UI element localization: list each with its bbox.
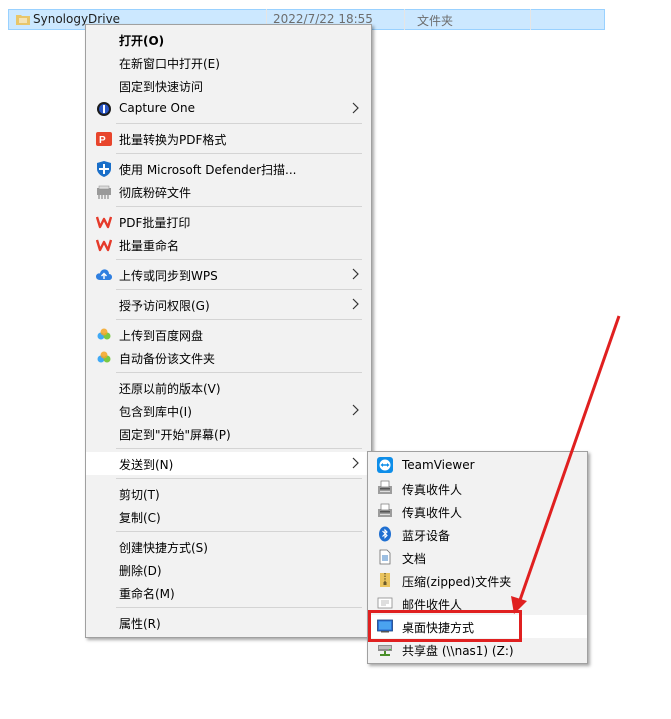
menu-item-upload-baidu[interactable]: 上传到百度网盘 [86, 323, 371, 346]
column-divider [530, 9, 531, 30]
submenu-item-bluetooth[interactable]: 蓝牙设备 [368, 523, 587, 546]
menu-item-label: 删除(D) [119, 564, 162, 578]
defender-shield-icon [97, 161, 111, 177]
menu-item-label: 创建快捷方式(S) [119, 541, 208, 555]
menu-item-copy[interactable]: 复制(C) [86, 505, 371, 528]
menu-item-label: 在新窗口中打开(E) [119, 57, 220, 71]
menu-item-label: 打开(O) [119, 34, 165, 48]
fax-icon [378, 480, 392, 494]
menu-item-batch-pdf[interactable]: P 批量转换为PDF格式 [86, 127, 371, 150]
highlight-box [368, 610, 522, 642]
submenu-item-label: 共享盘 (\\nas1) (Z:) [402, 644, 514, 658]
chevron-right-icon [352, 102, 359, 114]
cloud-upload-icon [96, 269, 112, 280]
menu-item-send-to[interactable]: 发送到(N) [86, 452, 371, 475]
file-type: 文件夹 [417, 14, 454, 28]
menu-item-pin-start[interactable]: 固定到"开始"屏幕(P) [86, 422, 371, 445]
pdf-convert-icon: P [96, 132, 112, 146]
document-icon [379, 549, 391, 565]
menu-separator [116, 319, 362, 320]
menu-item-batch-rename[interactable]: 批量重命名 [86, 233, 371, 256]
submenu-item-label: 压缩(zipped)文件夹 [402, 575, 512, 589]
svg-text:P: P [99, 135, 106, 146]
mail-icon [377, 597, 393, 609]
menu-item-rename[interactable]: 重命名(M) [86, 581, 371, 604]
menu-item-label: 批量转换为PDF格式 [119, 133, 227, 147]
menu-item-label: 自动备份该文件夹 [119, 352, 216, 366]
submenu-item-label: 蓝牙设备 [402, 529, 451, 543]
fax-icon [378, 503, 392, 517]
submenu-item-label: 传真收件人 [402, 483, 463, 497]
teamviewer-icon [377, 457, 393, 473]
folder-icon [16, 15, 30, 25]
submenu-item-teamviewer[interactable]: TeamViewer [368, 454, 587, 477]
menu-item-label: 复制(C) [119, 511, 161, 525]
chevron-right-icon [352, 404, 359, 416]
shredder-icon [97, 185, 111, 199]
menu-item-label: 发送到(N) [119, 458, 174, 472]
menu-item-properties[interactable]: 属性(R) [86, 611, 371, 634]
menu-item-label: 授予访问权限(G) [119, 299, 210, 313]
submenu-item-fax-recipient[interactable]: 传真收件人 [368, 477, 587, 500]
submenu-item-zip-folder[interactable]: 压缩(zipped)文件夹 [368, 569, 587, 592]
submenu-item-label: TeamViewer [402, 458, 475, 472]
menu-item-create-shortcut[interactable]: 创建快捷方式(S) [86, 535, 371, 558]
zip-folder-icon [380, 573, 390, 587]
capture-one-icon [97, 102, 111, 116]
menu-item-restore-versions[interactable]: 还原以前的版本(V) [86, 376, 371, 399]
chevron-right-icon [352, 268, 359, 280]
menu-item-label: 包含到库中(I) [119, 405, 192, 419]
menu-item-defender-scan[interactable]: 使用 Microsoft Defender扫描... [86, 157, 371, 180]
chevron-right-icon [352, 457, 359, 469]
menu-separator [116, 289, 362, 290]
network-drive-icon [378, 645, 392, 656]
column-divider [404, 9, 405, 30]
menu-item-label: 固定到"开始"屏幕(P) [119, 428, 231, 442]
chevron-right-icon [352, 298, 359, 310]
menu-separator [116, 259, 362, 260]
submenu-item-label: 文档 [402, 552, 427, 566]
menu-item-delete[interactable]: 删除(D) [86, 558, 371, 581]
menu-item-include-library[interactable]: 包含到库中(I) [86, 399, 371, 422]
menu-separator [116, 123, 362, 124]
menu-item-open-new-window[interactable]: 在新窗口中打开(E) [86, 51, 371, 74]
menu-item-label: 上传到百度网盘 [119, 329, 204, 343]
menu-separator [116, 206, 362, 207]
menu-item-label: 使用 Microsoft Defender扫描... [119, 163, 297, 177]
menu-separator [116, 531, 362, 532]
context-menu: 打开(O) 在新窗口中打开(E) 固定到快速访问 Capture One P 批… [85, 24, 372, 638]
menu-item-label: 还原以前的版本(V) [119, 382, 221, 396]
menu-item-capture-one[interactable]: Capture One [86, 97, 371, 120]
baidu-netdisk-icon [97, 351, 111, 363]
menu-item-cut[interactable]: 剪切(T) [86, 482, 371, 505]
wps-icon [96, 216, 112, 229]
menu-item-auto-backup[interactable]: 自动备份该文件夹 [86, 346, 371, 369]
menu-item-grant-access[interactable]: 授予访问权限(G) [86, 293, 371, 316]
menu-item-label: 属性(R) [119, 617, 161, 631]
menu-item-label: 固定到快速访问 [119, 80, 204, 94]
menu-item-pin-quick-access[interactable]: 固定到快速访问 [86, 74, 371, 97]
bluetooth-icon [379, 526, 391, 542]
menu-item-label: Capture One [119, 101, 195, 115]
submenu-item-documents[interactable]: 文档 [368, 546, 587, 569]
menu-separator [116, 153, 362, 154]
menu-separator [116, 448, 362, 449]
menu-separator [116, 607, 362, 608]
menu-item-label: 批量重命名 [119, 239, 180, 253]
menu-item-shred-file[interactable]: 彻底粉碎文件 [86, 180, 371, 203]
menu-item-upload-wps[interactable]: 上传或同步到WPS [86, 263, 371, 286]
menu-item-pdf-batch-print[interactable]: PDF批量打印 [86, 210, 371, 233]
menu-separator [116, 372, 362, 373]
menu-separator [116, 478, 362, 479]
menu-item-label: 重命名(M) [119, 587, 175, 601]
menu-item-label: 彻底粉碎文件 [119, 186, 192, 200]
menu-item-open[interactable]: 打开(O) [86, 28, 371, 51]
baidu-netdisk-icon [97, 328, 111, 340]
menu-item-label: PDF批量打印 [119, 216, 191, 230]
submenu-item-fax-recipient[interactable]: 传真收件人 [368, 500, 587, 523]
menu-item-label: 剪切(T) [119, 488, 160, 502]
menu-item-label: 上传或同步到WPS [119, 269, 218, 283]
wps-icon [96, 239, 112, 252]
submenu-item-label: 传真收件人 [402, 506, 463, 520]
